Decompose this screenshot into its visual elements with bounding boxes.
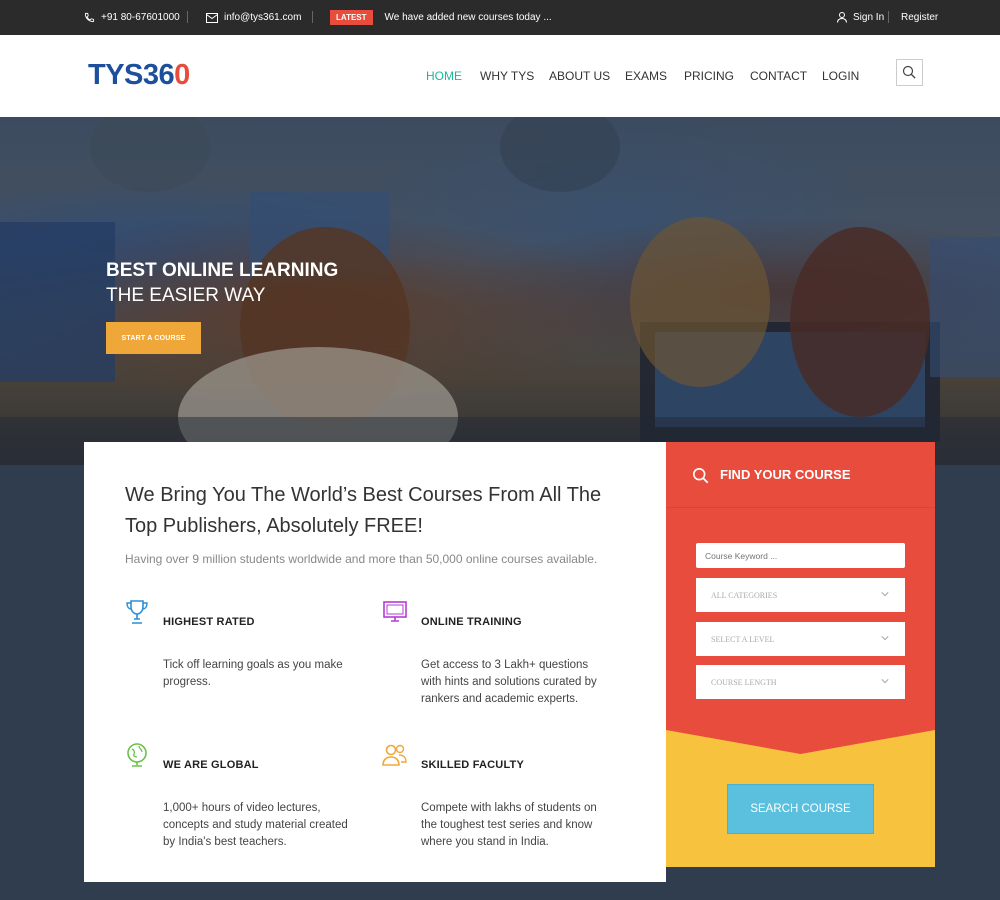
- find-course-panel: FIND YOUR COURSE ALL CATEGORIES SELECT A…: [666, 442, 935, 867]
- intro-card: We Bring You The World’s Best Courses Fr…: [84, 442, 666, 882]
- nav-home[interactable]: HOME: [426, 69, 462, 83]
- latest-text[interactable]: We have added new courses today ...: [385, 12, 552, 23]
- phone-contact[interactable]: +91 80-67601000: [84, 0, 180, 35]
- email-address: info@tys361.com: [224, 12, 302, 23]
- user-icon: [837, 12, 847, 23]
- start-course-button[interactable]: START A COURSE: [106, 322, 201, 354]
- globe-icon: [127, 743, 147, 767]
- nav-login[interactable]: LOGIN: [822, 69, 859, 83]
- logo-text: TYS36: [88, 59, 175, 91]
- top-bar: +91 80-67601000 info@tys361.com LATEST W…: [0, 0, 1000, 35]
- divider: [187, 11, 188, 23]
- chevron-down-icon: [881, 679, 889, 684]
- phone-number: +91 80-67601000: [101, 12, 180, 23]
- trophy-icon: [126, 600, 148, 624]
- site-logo[interactable]: TYS360: [88, 59, 190, 92]
- latest-badge: LATEST: [330, 10, 373, 25]
- category-select[interactable]: ALL CATEGORIES: [696, 578, 905, 612]
- intro-title: We Bring You The World’s Best Courses Fr…: [125, 484, 602, 537]
- feature-title: SKILLED FACULTY: [421, 759, 525, 771]
- feature-text: 1,000+ hours of video lectures, concepts…: [163, 802, 348, 848]
- feature-title: ONLINE TRAINING: [421, 616, 522, 628]
- chevron-down-icon: [881, 592, 889, 597]
- level-select[interactable]: SELECT A LEVEL: [696, 622, 905, 656]
- nav-contact[interactable]: CONTACT: [750, 69, 807, 83]
- search-course-button[interactable]: SEARCH COURSE: [727, 784, 874, 834]
- nav-exams[interactable]: EXAMS: [625, 69, 667, 83]
- category-select-value: ALL CATEGORIES: [711, 590, 778, 600]
- length-select[interactable]: COURSE LENGTH: [696, 665, 905, 699]
- register-label: Register: [901, 12, 939, 23]
- site-header: TYS360 HOME WHY TYS ABOUT US EXAMS PRICI…: [0, 35, 1000, 117]
- feature-title: WE ARE GLOBAL: [163, 759, 259, 771]
- search-icon: [902, 65, 916, 79]
- hero-title: BEST ONLINE LEARNING: [106, 260, 339, 281]
- level-select-value: SELECT A LEVEL: [711, 634, 775, 644]
- mail-icon: [206, 12, 218, 23]
- feature-text: Tick off learning goals as you make prog…: [163, 659, 343, 688]
- latest-news[interactable]: LATEST We have added new courses today .…: [330, 0, 552, 35]
- intro-description: Having over 9 million students worldwide…: [125, 552, 598, 566]
- feature-text: Get access to 3 Lakh+ questions with hin…: [421, 659, 597, 705]
- monitor-icon: [383, 601, 407, 622]
- finder-header: FIND YOUR COURSE: [666, 442, 935, 508]
- hero-banner: BEST ONLINE LEARNING THE EASIER WAY STAR…: [0, 117, 1000, 465]
- search-icon: [692, 467, 709, 484]
- hero-subtitle: THE EASIER WAY: [106, 285, 266, 306]
- nav-pricing[interactable]: PRICING: [684, 69, 734, 83]
- nav-about-us[interactable]: ABOUT US: [549, 69, 610, 83]
- length-select-value: COURSE LENGTH: [711, 677, 777, 687]
- register-link[interactable]: Register: [901, 0, 938, 35]
- logo-accent: 0: [174, 59, 190, 91]
- header-search-button[interactable]: [896, 59, 923, 86]
- divider: [312, 11, 313, 23]
- feature-title: HIGHEST RATED: [163, 616, 255, 628]
- course-keyword-input[interactable]: [696, 543, 905, 568]
- chevron-down-icon: [881, 636, 889, 641]
- divider: [888, 11, 889, 23]
- phone-icon: [84, 12, 95, 23]
- nav-why-tys[interactable]: WHY TYS: [480, 69, 534, 83]
- sign-in-link[interactable]: Sign In: [837, 0, 884, 35]
- users-icon: [382, 744, 407, 766]
- finder-title: FIND YOUR COURSE: [720, 467, 851, 482]
- email-contact[interactable]: info@tys361.com: [206, 0, 301, 35]
- feature-text: Compete with lakhs of students on the to…: [421, 802, 597, 848]
- sign-in-label: Sign In: [853, 12, 885, 23]
